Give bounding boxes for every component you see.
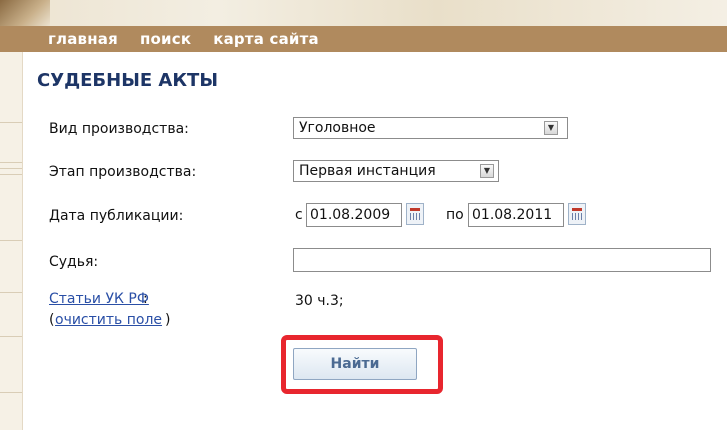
find-button[interactable]: Найти (293, 348, 417, 380)
rail-divider (0, 336, 22, 337)
rail-divider (0, 174, 22, 175)
top-nav: главная поиск карта сайта (0, 26, 727, 52)
date-to-input[interactable]: 01.08.2011 (468, 203, 564, 227)
date-from-input[interactable]: 01.08.2009 (306, 203, 402, 227)
proceeding-type-value: Уголовное (299, 120, 376, 136)
proceeding-stage-select[interactable]: Первая инстанция ▼ (293, 160, 499, 182)
criminal-code-value: 30 ч.3; (295, 293, 344, 309)
nav-home-link[interactable]: главная (48, 30, 118, 48)
rail-divider (0, 168, 22, 169)
calendar-icon[interactable] (406, 203, 424, 225)
nav-search-link[interactable]: поиск (140, 30, 191, 48)
date-from-prefix: с (295, 207, 303, 223)
calendar-grid (410, 208, 420, 220)
proceeding-stage-value: Первая инстанция (299, 163, 436, 179)
rail-divider (0, 292, 22, 293)
date-to-prefix: по (446, 207, 464, 223)
paren-open: ( (49, 312, 55, 328)
judge-input[interactable] (293, 248, 711, 272)
rail-divider (0, 240, 22, 241)
proceeding-type-select[interactable]: Уголовное ▼ (293, 117, 568, 139)
criminal-code-articles-link[interactable]: Статьи УК РФ (49, 291, 149, 307)
paren-close: ) (165, 312, 171, 328)
judge-label: Судья: (49, 254, 99, 270)
left-rail (0, 52, 23, 430)
calendar-icon[interactable] (568, 203, 586, 225)
clear-field-link[interactable]: очистить поле (55, 312, 162, 328)
calendar-grid (572, 208, 582, 220)
criminal-code-label-colon: : (143, 291, 148, 307)
proceeding-stage-label: Этап производства: (49, 164, 197, 180)
rail-divider (0, 122, 22, 123)
chevron-down-icon[interactable]: ▼ (544, 121, 558, 135)
publication-date-label: Дата публикации: (49, 208, 184, 224)
header-decoration (0, 0, 727, 26)
proceeding-type-label: Вид производства: (49, 121, 189, 137)
rail-divider (0, 162, 22, 163)
rail-divider (0, 392, 22, 393)
page-title: СУДЕБНЫЕ АКТЫ (37, 70, 218, 91)
chevron-down-icon[interactable]: ▼ (480, 164, 494, 178)
nav-sitemap-link[interactable]: карта сайта (213, 30, 319, 48)
